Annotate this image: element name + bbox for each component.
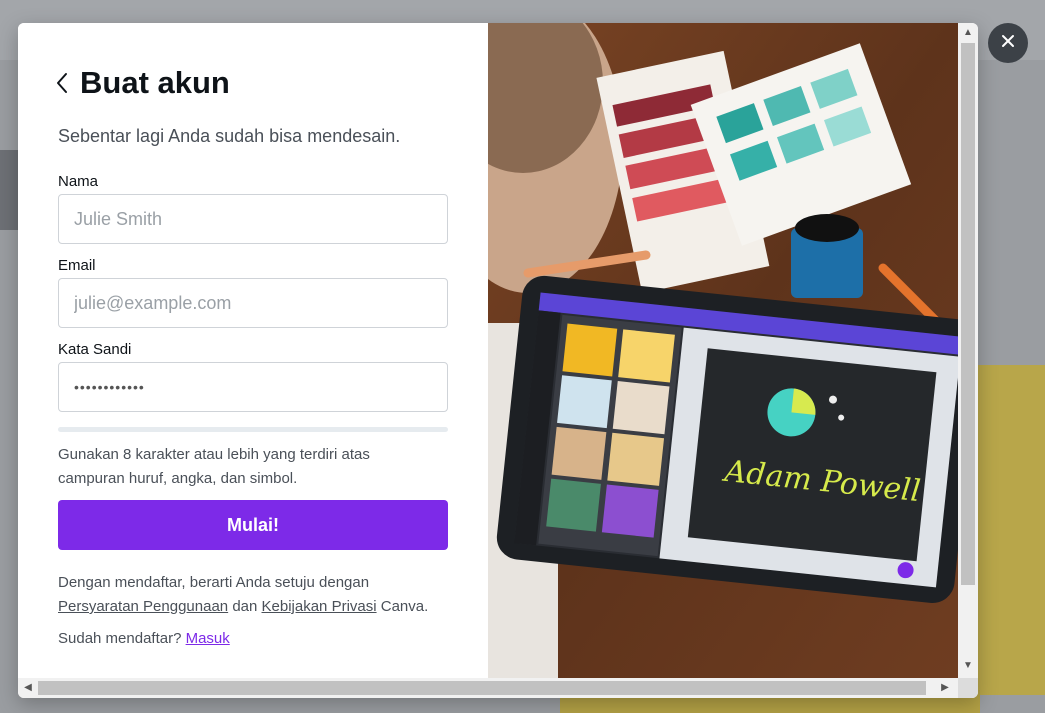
page-title: Buat akun <box>80 65 230 100</box>
close-icon <box>1001 34 1015 53</box>
password-hint: Gunakan 8 karakter atau lebih yang terdi… <box>58 446 370 487</box>
privacy-link[interactable]: Kebijakan Privasi <box>262 598 377 615</box>
hero-illustration: Adam Powell <box>488 23 958 678</box>
signin-prompt: Sudah mendaftar? <box>58 630 182 647</box>
name-label: Nama <box>58 173 99 190</box>
signin-text: Sudah mendaftar? Masuk <box>58 630 230 647</box>
name-input[interactable] <box>58 194 448 244</box>
scroll-up-icon[interactable]: ▲ <box>963 26 973 40</box>
password-input[interactable] <box>58 362 448 412</box>
submit-button[interactable]: Mulai! <box>58 500 448 550</box>
email-input[interactable] <box>58 278 448 328</box>
horizontal-scroll-thumb[interactable] <box>38 681 926 695</box>
subtitle: Sebentar lagi Anda sudah bisa mendesain. <box>58 126 401 146</box>
signin-link[interactable]: Masuk <box>186 630 230 647</box>
terms-prefix: Dengan mendaftar, berarti Anda setuju de… <box>58 574 370 591</box>
terms-and: dan <box>232 598 258 615</box>
background-card <box>975 365 1045 695</box>
hero-image: Adam Powell <box>488 23 958 678</box>
terms-link[interactable]: Persyaratan Penggunaan <box>58 598 228 615</box>
password-label: Kata Sandi <box>58 341 132 358</box>
title-row: Buat akun <box>56 65 230 101</box>
background-block <box>0 150 18 230</box>
horizontal-scrollbar[interactable]: ◀ ▶ <box>18 678 958 698</box>
email-label: Email <box>58 257 96 274</box>
scroll-down-icon[interactable]: ▼ <box>963 659 973 673</box>
terms-text: Dengan mendaftar, berarti Anda setuju de… <box>58 571 458 619</box>
scroll-right-icon[interactable]: ▶ <box>938 681 952 695</box>
password-strength-bar <box>58 427 448 432</box>
signup-form-pane: Buat akun Sebentar lagi Anda sudah bisa … <box>18 23 488 678</box>
scroll-left-icon[interactable]: ◀ <box>21 681 35 695</box>
scrollbar-corner <box>958 678 978 698</box>
chevron-left-icon[interactable] <box>56 68 74 98</box>
vertical-scroll-thumb[interactable] <box>961 43 975 585</box>
signup-modal: Buat akun Sebentar lagi Anda sudah bisa … <box>18 23 978 698</box>
close-button[interactable] <box>988 23 1028 63</box>
vertical-scrollbar[interactable]: ▲ ▼ <box>958 23 978 678</box>
terms-suffix: Canva. <box>380 598 429 615</box>
